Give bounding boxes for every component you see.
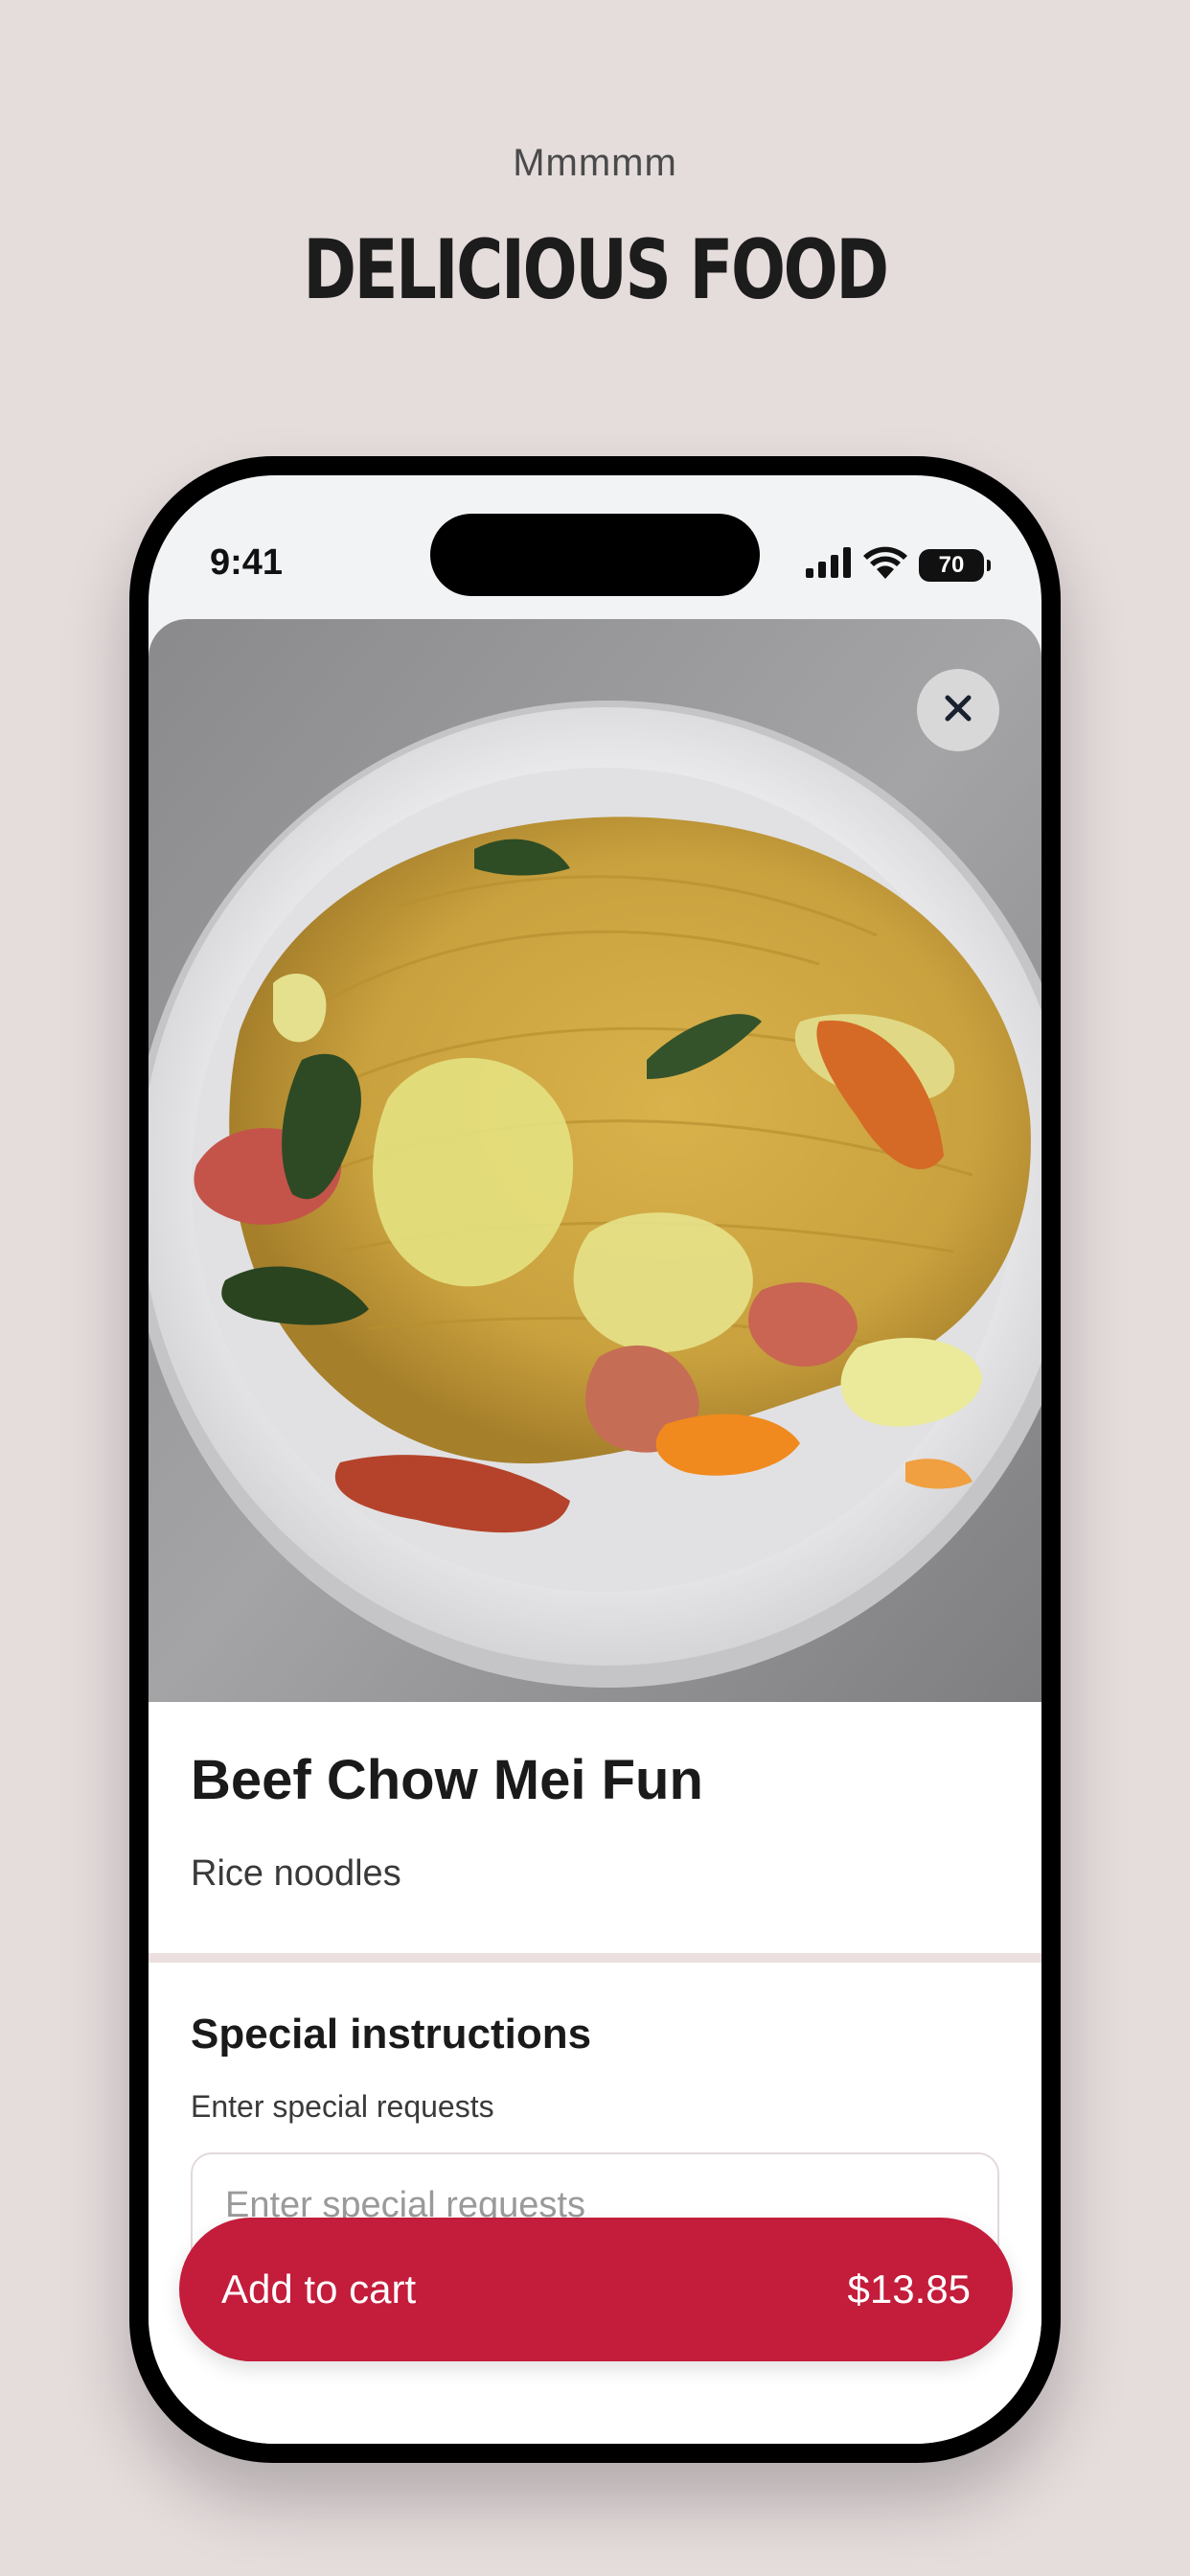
add-to-cart-label: Add to cart <box>221 2266 417 2312</box>
status-icons: 70 <box>806 546 991 584</box>
signal-icon <box>806 547 852 583</box>
close-icon <box>942 692 974 729</box>
status-time: 9:41 <box>210 542 284 583</box>
promo-subtitle: Mmmmm <box>513 142 677 184</box>
item-description: Rice noodles <box>191 1853 401 1894</box>
cart-price: $13.85 <box>847 2266 971 2312</box>
promo-title: DELICIOUS FOOD <box>303 222 889 318</box>
section-divider <box>149 1953 1041 1963</box>
special-instructions-title: Special instructions <box>191 2011 592 2058</box>
dynamic-island <box>430 514 760 596</box>
noodle-dish-photo <box>149 619 1041 1702</box>
item-name: Beef Chow Mei Fun <box>191 1749 703 1811</box>
phone-screen: 9:41 70 Beef Chow Mei Fun Rice noodles S… <box>149 475 1041 2444</box>
add-to-cart-button[interactable]: Add to cart $13.85 <box>179 2218 1013 2361</box>
special-instructions-subtitle: Enter special requests <box>191 2089 494 2124</box>
close-button[interactable] <box>917 669 999 751</box>
wifi-icon <box>863 546 907 584</box>
item-detail-sheet: Beef Chow Mei Fun Rice noodles Special i… <box>149 619 1041 2444</box>
battery-icon: 70 <box>919 548 991 582</box>
phone-frame: 9:41 70 Beef Chow Mei Fun Rice noodles S… <box>129 456 1061 2463</box>
